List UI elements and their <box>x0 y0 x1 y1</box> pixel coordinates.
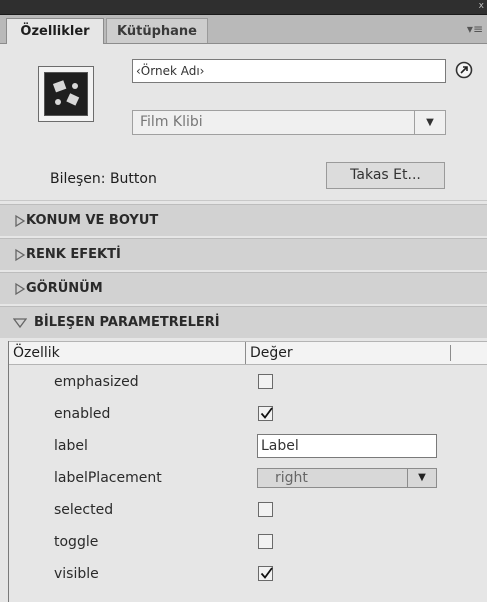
column-divider[interactable] <box>450 345 451 361</box>
section-title: GÖRÜNÜM <box>26 281 103 296</box>
section-title: KONUM VE BOYUT <box>26 213 159 228</box>
param-row-labelplacement: labelPlacement right ▼ <box>9 462 487 494</box>
chevron-down-icon[interactable]: ▼ <box>414 111 445 134</box>
param-name: label <box>54 438 88 454</box>
chevron-down-icon[interactable]: ▼ <box>407 469 436 487</box>
param-name: selected <box>54 502 114 518</box>
column-header-value[interactable]: Değer <box>245 342 293 364</box>
tab-properties[interactable]: Özellikler <box>6 18 104 44</box>
collapse-triangle-icon <box>13 318 27 329</box>
close-icon[interactable]: x <box>479 0 484 12</box>
labelplacement-value: right <box>275 470 308 486</box>
section-component-parameters[interactable]: BİLEŞEN PARAMETRELERİ <box>0 306 487 338</box>
visible-checkbox[interactable] <box>258 566 273 581</box>
instance-name-input[interactable]: ‹Örnek Adı› <box>132 59 446 83</box>
param-row-selected: selected <box>9 494 487 526</box>
panel-title-bar: x <box>0 0 487 15</box>
parameters-grid: Özellik Değer emphasized enabled label L… <box>8 341 487 602</box>
section-title: BİLEŞEN PARAMETRELERİ <box>34 315 220 330</box>
param-name: labelPlacement <box>54 470 162 486</box>
panel-tab-bar: Özellikler Kütüphane ▾≡ <box>0 15 487 44</box>
checkmark-icon <box>260 567 273 579</box>
section-title: RENK EFEKTİ <box>26 247 121 262</box>
section-position-size[interactable]: KONUM VE BOYUT <box>0 204 487 236</box>
param-row-enabled: enabled <box>9 398 487 430</box>
divider <box>0 200 487 201</box>
param-name: emphasized <box>54 374 139 390</box>
param-row-toggle: toggle <box>9 526 487 558</box>
param-name: enabled <box>54 406 111 422</box>
swap-button[interactable]: Takas Et... <box>326 162 445 189</box>
param-name: toggle <box>54 534 99 550</box>
expand-triangle-icon <box>15 282 26 296</box>
section-color-effect[interactable]: RENK EFEKTİ <box>0 238 487 270</box>
column-header-property[interactable]: Özellik <box>13 342 60 364</box>
grid-header: Özellik Değer <box>9 341 487 365</box>
labelplacement-select[interactable]: right ▼ <box>257 468 437 488</box>
edit-symbol-arrow-icon[interactable] <box>455 61 473 79</box>
checkmark-icon <box>260 407 273 419</box>
movieclip-symbol-icon <box>38 66 94 122</box>
label-input[interactable]: Label <box>257 434 437 458</box>
emphasized-checkbox[interactable] <box>258 374 273 389</box>
symbol-type-value: Film Klibi <box>140 114 203 130</box>
param-row-emphasized: emphasized <box>9 366 487 398</box>
tab-library[interactable]: Kütüphane <box>106 18 208 43</box>
symbol-type-select[interactable]: Film Klibi ▼ <box>132 110 446 135</box>
enabled-checkbox[interactable] <box>258 406 273 421</box>
param-row-visible: visible <box>9 558 487 590</box>
param-row-label: label Label <box>9 430 487 462</box>
expand-triangle-icon <box>15 214 26 228</box>
param-name: visible <box>54 566 99 582</box>
selected-checkbox[interactable] <box>258 502 273 517</box>
expand-triangle-icon <box>15 248 26 262</box>
toggle-checkbox[interactable] <box>258 534 273 549</box>
component-name-label: Bileşen: Button <box>50 171 157 187</box>
panel-menu-icon[interactable]: ▾≡ <box>467 23 483 35</box>
section-display[interactable]: GÖRÜNÜM <box>0 272 487 304</box>
